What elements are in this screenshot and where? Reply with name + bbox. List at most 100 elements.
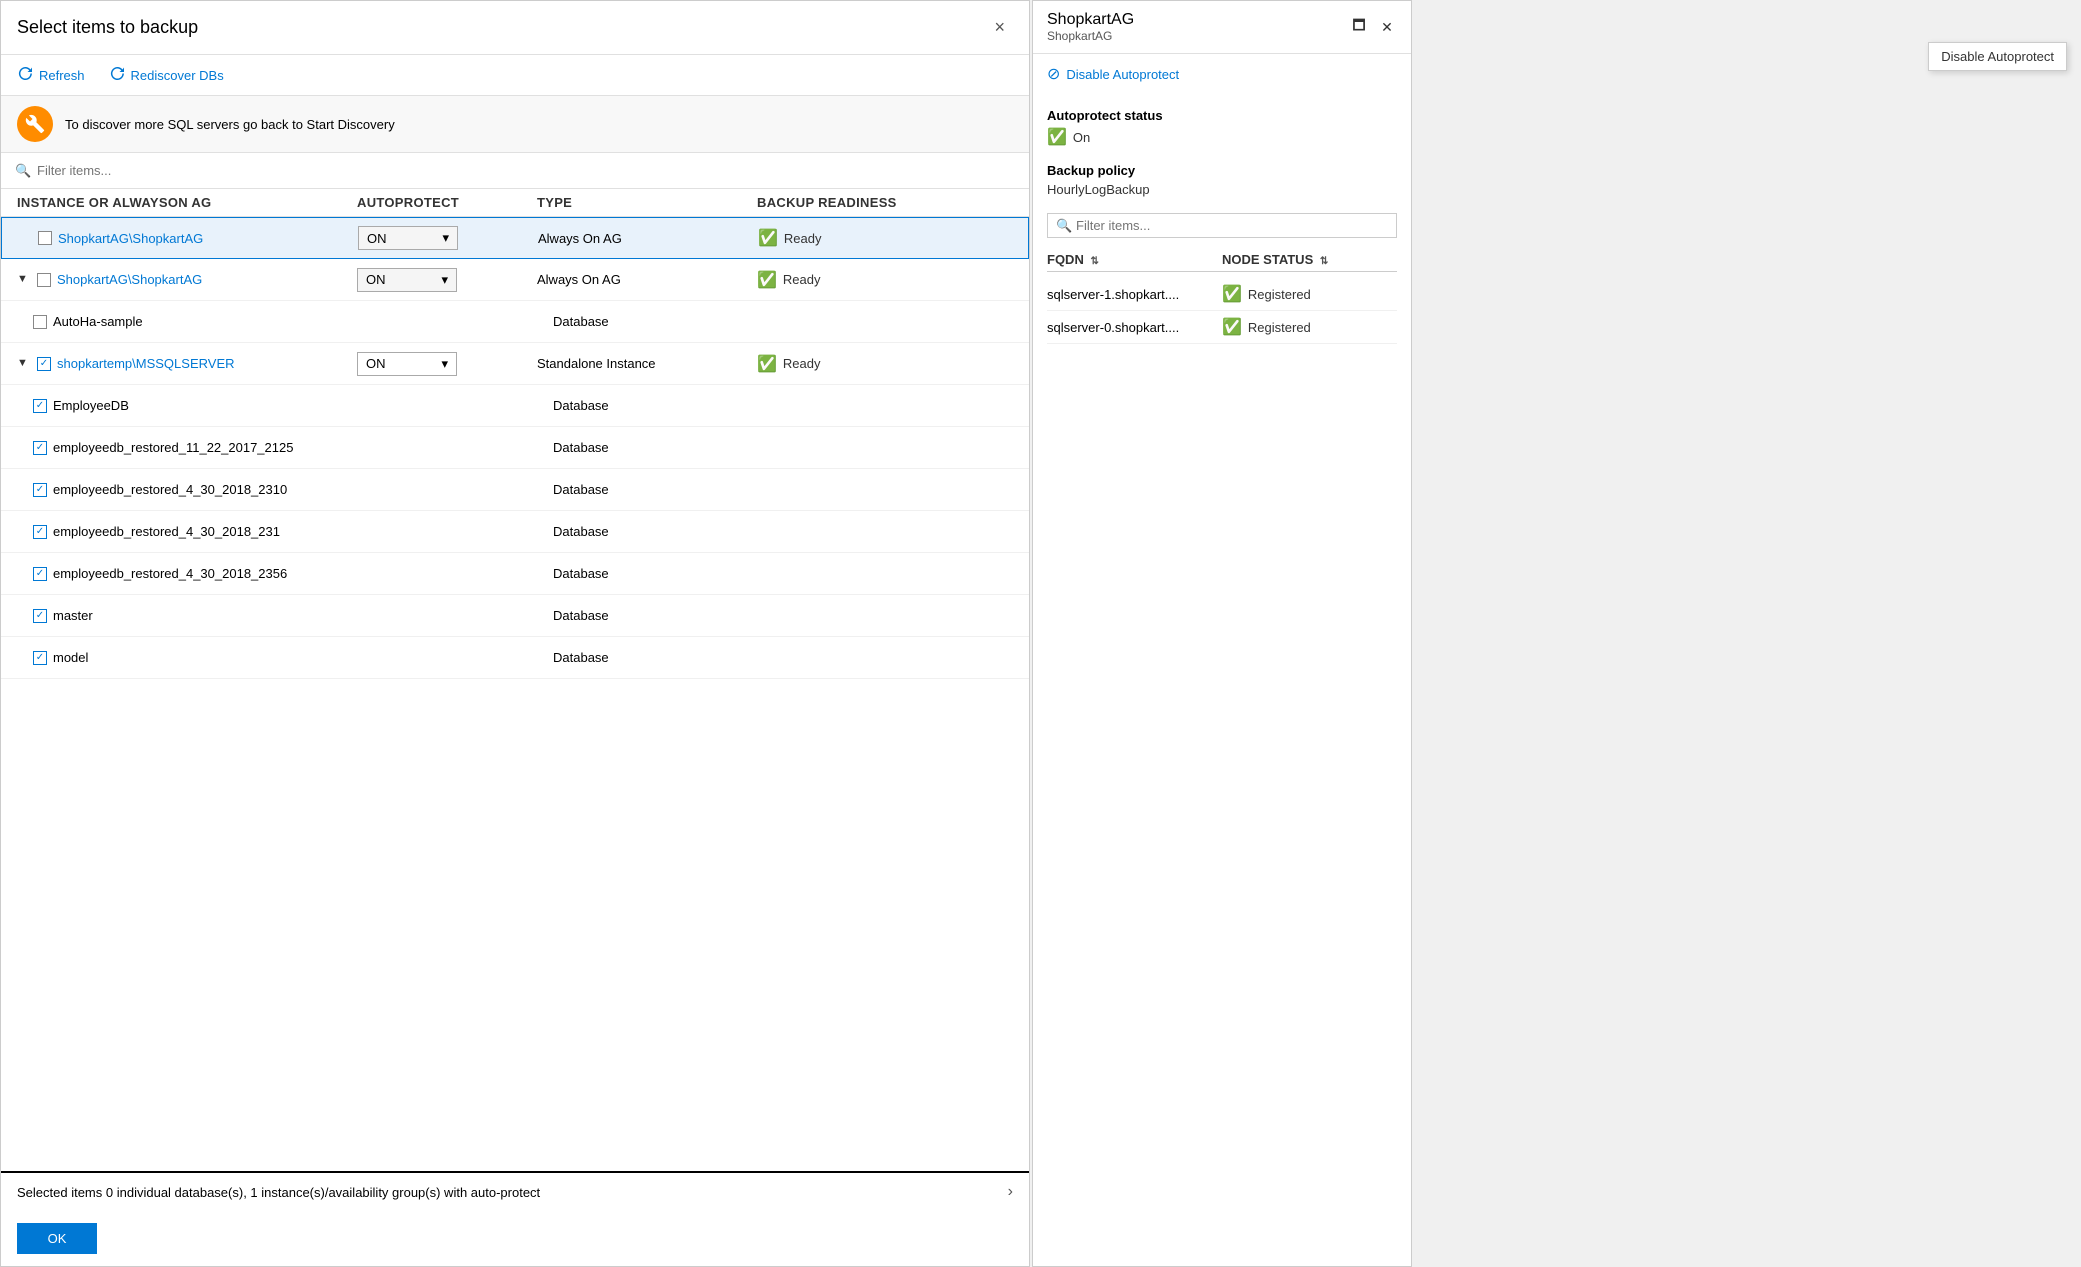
cell-instance: ▼ shopkartemp\MSSQLSERVER <box>17 356 357 371</box>
row2-checkbox[interactable] <box>37 273 51 287</box>
refresh-button[interactable]: Refresh <box>17 63 85 87</box>
nodestatus-sort-icon[interactable]: ⇅ <box>1320 256 1328 267</box>
table-row: model Database <box>1 637 1029 679</box>
row11-checkbox[interactable] <box>33 651 47 665</box>
node1-status: ✅ Registered <box>1222 284 1397 304</box>
row4-type: Standalone Instance <box>537 356 757 371</box>
left-panel: Select items to backup × Refresh Redisco… <box>0 0 1030 1267</box>
refresh-label: Refresh <box>39 68 85 83</box>
expand-arrow-icon[interactable]: ▼ <box>17 357 31 371</box>
row3-checkbox[interactable] <box>33 315 47 329</box>
row4-readiness: ✅ Ready <box>757 354 1017 374</box>
rediscover-button[interactable]: Rediscover DBs <box>109 63 224 87</box>
row1-readiness: ✅ Ready <box>758 228 1018 248</box>
node2-status: ✅ Registered <box>1222 317 1397 337</box>
right-filter-input[interactable] <box>1056 218 1388 233</box>
right-filter-bar: 🔍 <box>1047 213 1397 238</box>
row8-type: Database <box>553 524 773 539</box>
chevron-right-icon[interactable]: › <box>1008 1183 1013 1201</box>
row8-instance: employeedb_restored_4_30_2018_231 <box>53 524 280 539</box>
table-body: ShopkartAG\ShopkartAG ON ▾ Always On AG … <box>1 217 1029 1171</box>
row11-instance: model <box>53 650 88 665</box>
col-type: TYPE <box>537 195 757 210</box>
cell-instance: master <box>33 608 373 623</box>
backup-policy-section: Backup policy HourlyLogBackup <box>1047 163 1397 197</box>
row10-instance: master <box>53 608 93 623</box>
table-row: ShopkartAG\ShopkartAG ON ▾ Always On AG … <box>1 217 1029 259</box>
cell-instance: AutoHa-sample <box>33 314 373 329</box>
cell-instance: model <box>33 650 373 665</box>
row7-checkbox[interactable] <box>33 483 47 497</box>
autoprotect-label: Autoprotect status <box>1047 108 1397 123</box>
autoprotect-status: ✅ On <box>1047 127 1397 147</box>
node2-status-icon: ✅ <box>1222 317 1242 337</box>
col-fqdn: FQDN ⇅ <box>1047 252 1222 267</box>
footer-text: 0 individual database(s), 1 instance(s)/… <box>106 1185 540 1200</box>
col-autoprotect: AUTOPROTECT <box>357 195 537 210</box>
toolbar: Refresh Rediscover DBs <box>1 55 1029 96</box>
cell-instance: employeedb_restored_4_30_2018_2356 <box>33 566 373 581</box>
panel-title: Select items to backup <box>17 17 198 38</box>
table-row: ▼ ShopkartAG\ShopkartAG ON ▾ Always On A… <box>1 259 1029 301</box>
row2-instance-link[interactable]: ShopkartAG\ShopkartAG <box>57 272 202 287</box>
ok-button[interactable]: OK <box>17 1223 97 1254</box>
minimize-button[interactable]: 🗖 <box>1349 17 1369 37</box>
table-row: ▼ shopkartemp\MSSQLSERVER ON ▾ Standalon… <box>1 343 1029 385</box>
row4-autoprotect: ON ▾ <box>357 352 537 376</box>
row1-autoprotect-select[interactable]: ON ▾ <box>358 226 458 250</box>
row9-instance: employeedb_restored_4_30_2018_2356 <box>53 566 287 581</box>
row2-autoprotect: ON ▾ <box>357 268 537 292</box>
cell-instance: employeedb_restored_4_30_2018_231 <box>33 524 373 539</box>
right-window-buttons: 🗖 ✕ <box>1349 17 1397 37</box>
info-text: To discover more SQL servers go back to … <box>65 117 395 132</box>
node1-fqdn: sqlserver-1.shopkart.... <box>1047 287 1222 302</box>
expand-arrow-icon[interactable]: ▼ <box>17 273 31 287</box>
close-button[interactable]: × <box>986 13 1013 42</box>
row3-instance: AutoHa-sample <box>53 314 143 329</box>
row4-autoprotect-select[interactable]: ON ▾ <box>357 352 457 376</box>
filter-input[interactable] <box>9 159 1021 182</box>
table-row: employeedb_restored_4_30_2018_2310 Datab… <box>1 469 1029 511</box>
row1-autoprotect: ON ▾ <box>358 226 538 250</box>
col-readiness: BACKUP READINESS <box>757 195 1017 210</box>
row7-instance: employeedb_restored_4_30_2018_2310 <box>53 482 287 497</box>
panel-title-bar: Select items to backup × <box>1 1 1029 55</box>
cell-instance: employeedb_restored_4_30_2018_2310 <box>33 482 373 497</box>
row2-autoprotect-select[interactable]: ON ▾ <box>357 268 457 292</box>
right-filter-search-icon: 🔍 <box>1056 218 1072 234</box>
row2-type: Always On AG <box>537 272 757 287</box>
info-icon-wrap <box>17 106 53 142</box>
footer-section: Selected items 0 individual database(s),… <box>1 1171 1029 1211</box>
row10-checkbox[interactable] <box>33 609 47 623</box>
row4-checkbox[interactable] <box>37 357 51 371</box>
rediscover-icon <box>109 67 125 83</box>
row6-checkbox[interactable] <box>33 441 47 455</box>
filter-search-icon: 🔍 <box>15 163 31 179</box>
rediscover-label: Rediscover DBs <box>131 68 224 83</box>
right-table-row: sqlserver-1.shopkart.... ✅ Registered <box>1047 278 1397 311</box>
maximize-button[interactable]: ✕ <box>1377 17 1397 37</box>
row11-type: Database <box>553 650 773 665</box>
row8-checkbox[interactable] <box>33 525 47 539</box>
fqdn-sort-icon[interactable]: ⇅ <box>1090 256 1098 267</box>
footer-label: Selected items <box>17 1185 102 1200</box>
info-banner: To discover more SQL servers go back to … <box>1 96 1029 153</box>
ready-check-icon: ✅ <box>757 354 777 374</box>
row5-checkbox[interactable] <box>33 399 47 413</box>
wrench-icon <box>25 114 45 134</box>
ready-check-icon: ✅ <box>758 228 778 248</box>
row1-instance-link[interactable]: ShopkartAG\ShopkartAG <box>58 231 203 246</box>
row9-type: Database <box>553 566 773 581</box>
row9-checkbox[interactable] <box>33 567 47 581</box>
table-row: master Database <box>1 595 1029 637</box>
tooltip-disable-autoprotect: Disable Autoprotect <box>1928 42 2067 71</box>
right-title: ShopkartAG <box>1047 11 1134 29</box>
table-row: AutoHa-sample Database <box>1 301 1029 343</box>
col-node-status: NODE STATUS ⇅ <box>1222 252 1397 267</box>
row1-checkbox[interactable] <box>38 231 52 245</box>
node2-fqdn: sqlserver-0.shopkart.... <box>1047 320 1222 335</box>
row4-instance-link[interactable]: shopkartemp\MSSQLSERVER <box>57 356 235 371</box>
col-instance: INSTANCE OR ALWAYSON AG <box>17 195 357 210</box>
row3-type: Database <box>553 314 773 329</box>
disable-autoprotect-button[interactable]: ⊘ Disable Autoprotect <box>1047 64 1397 84</box>
